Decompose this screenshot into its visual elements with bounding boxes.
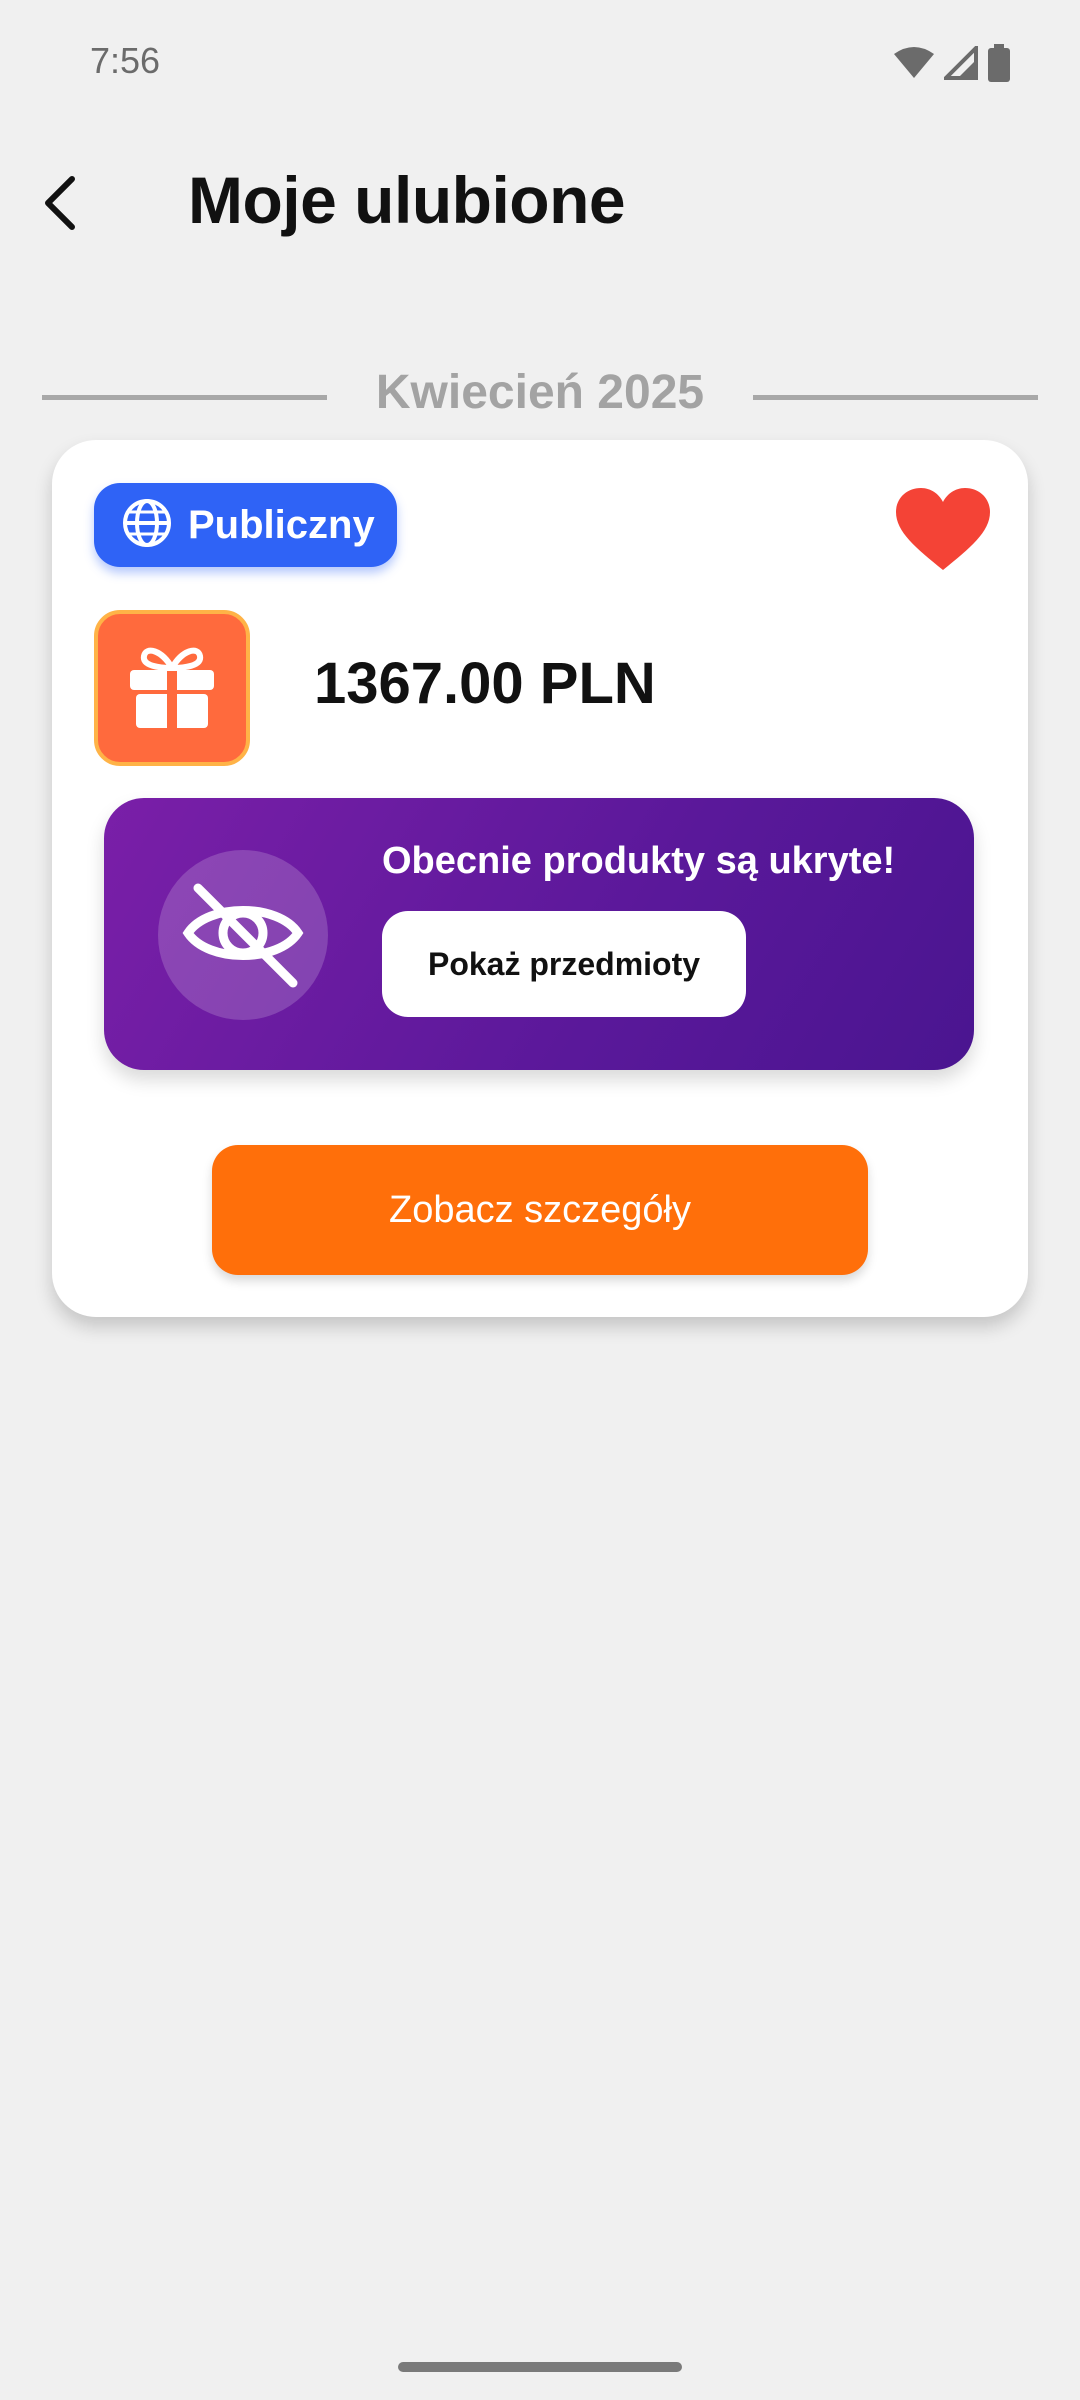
eye-off-icon-circle (158, 850, 328, 1020)
visibility-badge: Publiczny (94, 483, 397, 567)
gesture-bar[interactable] (398, 2362, 682, 2372)
signal-icon (941, 43, 978, 85)
hidden-products-panel: Obecnie produkty są ukryte! Pokaż przedm… (104, 798, 974, 1070)
gift-icon (126, 640, 218, 737)
status-icons (894, 43, 1010, 87)
month-divider: Kwiecień 2025 (42, 360, 1038, 430)
divider-line-right (753, 395, 1038, 400)
show-items-button[interactable]: Pokaż przedmioty (382, 911, 746, 1017)
back-button[interactable] (30, 165, 90, 245)
wifi-icon (894, 46, 934, 85)
favorite-card[interactable]: Publiczny 1367.00 PLN Obecnie produkty s… (52, 440, 1028, 1317)
status-bar: 7:56 (0, 0, 1080, 130)
battery-icon (988, 44, 1010, 87)
page-title: Moje ulubione (188, 163, 626, 237)
heart-icon[interactable] (896, 488, 990, 572)
visibility-badge-label: Publiczny (188, 502, 375, 547)
hidden-products-text: Obecnie produkty są ukryte! (382, 840, 896, 882)
globe-icon (122, 498, 172, 553)
status-time: 7:56 (90, 40, 161, 81)
total-amount: 1367.00 PLN (314, 651, 656, 716)
arrow-left-icon (40, 173, 80, 238)
month-label: Kwiecień 2025 (375, 366, 705, 419)
eye-off-icon (178, 868, 308, 1003)
view-details-button[interactable]: Zobacz szczegóły (212, 1145, 868, 1275)
gift-icon-tile (94, 610, 250, 766)
